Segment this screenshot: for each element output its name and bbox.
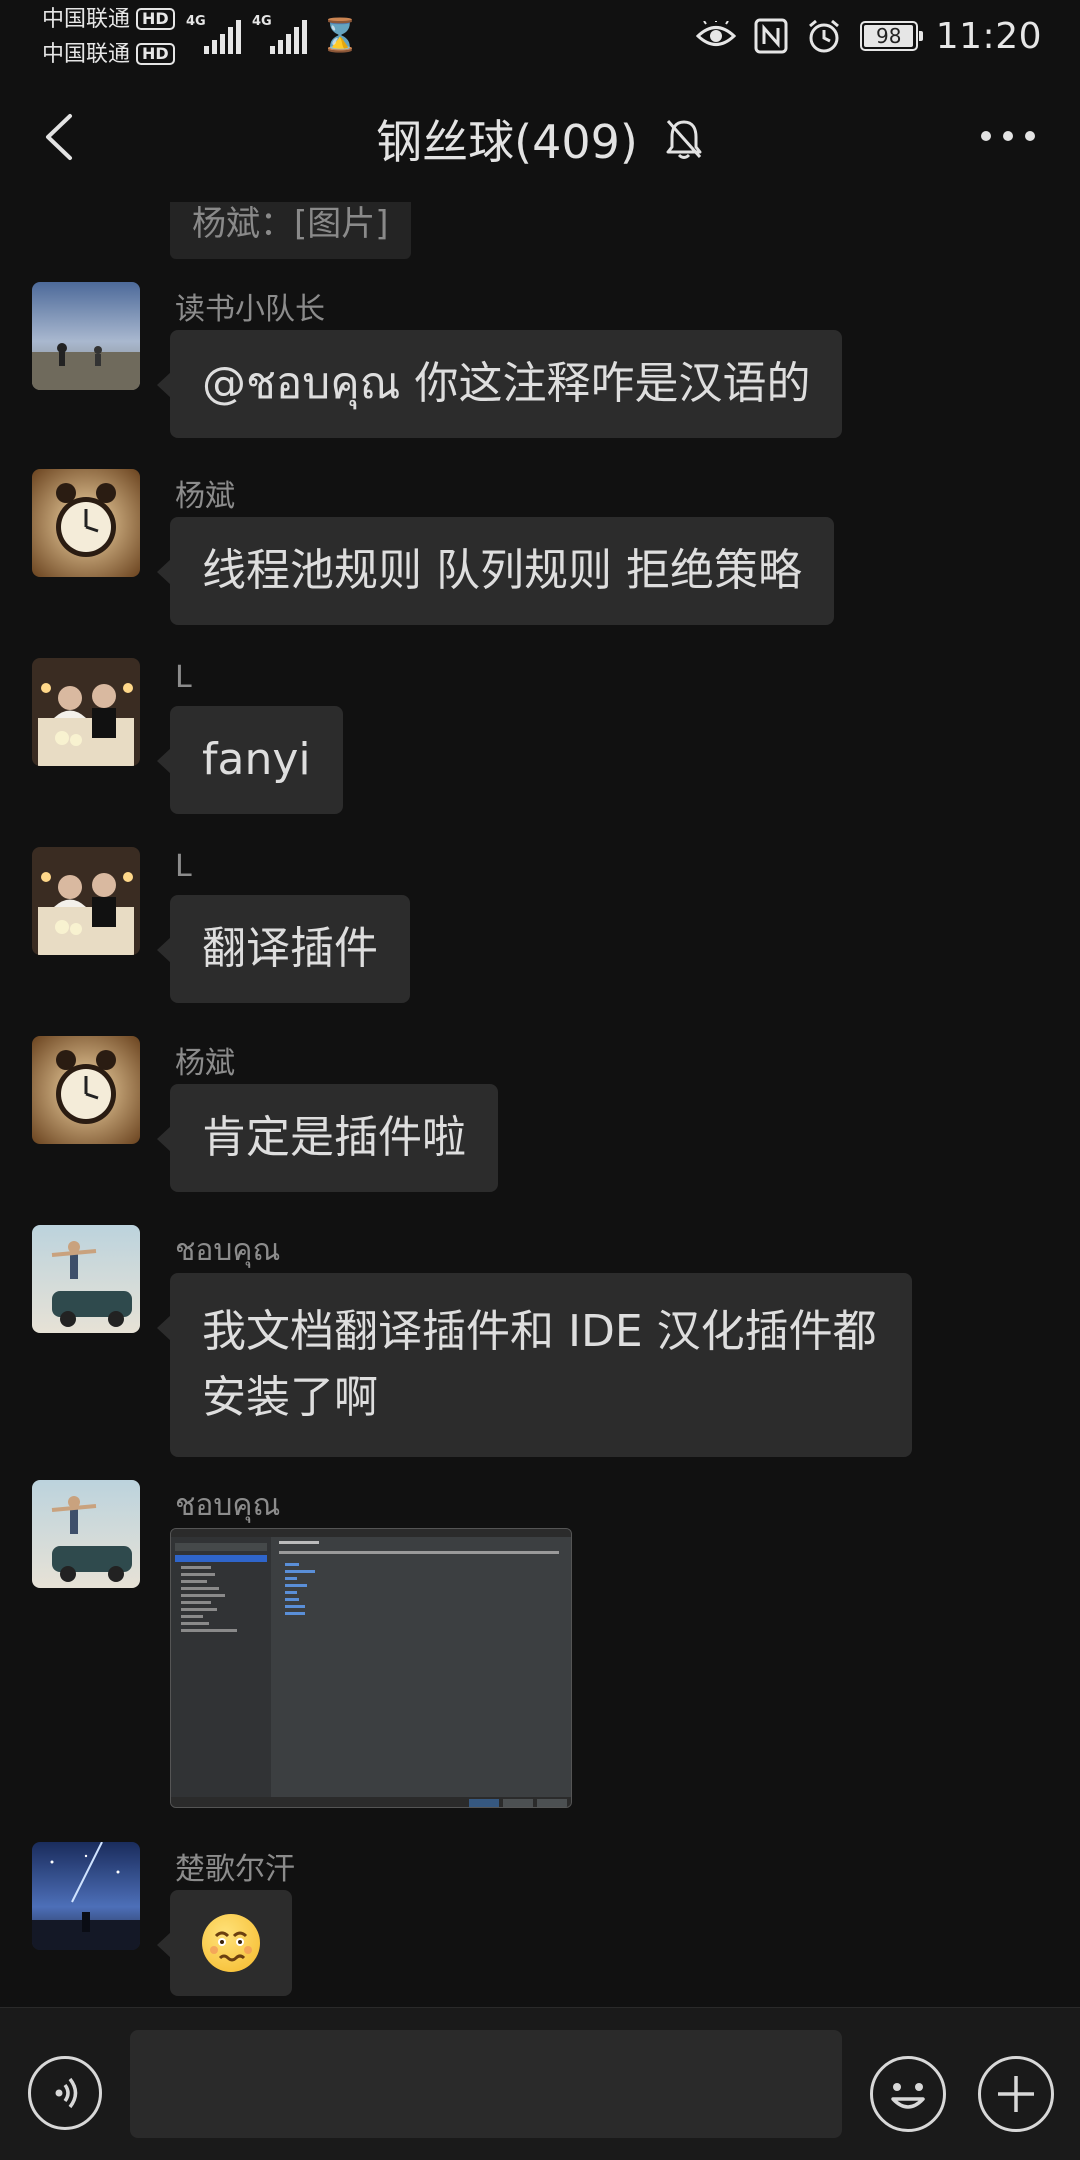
avatar[interactable] — [32, 469, 140, 577]
alarm-icon — [808, 19, 839, 53]
status-bar: 中国联通 HD 中国联通 HD 4G 4G ⌛ 98 11:20 — [0, 0, 1080, 72]
clock: 11:20 — [935, 15, 1042, 57]
avatar[interactable] — [32, 282, 140, 390]
message-bubble[interactable]: 线程池规则 队列规则 拒绝策略 — [157, 517, 834, 625]
chat-header: 钢丝球(409) — [0, 72, 1080, 202]
smile-icon[interactable] — [870, 2056, 946, 2132]
message-bubble[interactable]: 肯定是插件啦 — [157, 1084, 498, 1192]
avatar[interactable] — [32, 1225, 140, 1333]
signal-strength-icon-2: 4G — [252, 14, 308, 54]
eye-comfort-icon — [695, 21, 736, 46]
plus-icon[interactable] — [978, 2056, 1054, 2132]
sender-name: 读书小队长 — [175, 292, 325, 327]
chat-input-bar — [0, 2007, 1080, 2160]
avatar[interactable] — [32, 847, 140, 955]
message-bubble[interactable]: @ชอบคุณ 你这注释咋是汉语的 — [156, 330, 843, 438]
sender-name: 杨斌 — [175, 1046, 235, 1081]
sender-name: 楚歌尔汗 — [175, 1852, 295, 1887]
nfc-icon — [754, 18, 788, 54]
chat-title: 钢丝球(409) — [376, 115, 638, 169]
carrier-label-1: 中国联通 HD — [42, 7, 175, 33]
battery-level: 98 — [876, 24, 902, 48]
avatar[interactable] — [32, 1842, 140, 1950]
hourglass-icon: ⌛ — [320, 16, 360, 54]
message-bubble[interactable]: fanyi — [157, 706, 343, 814]
voice-icon[interactable] — [28, 2056, 102, 2130]
avatar[interactable] — [32, 1480, 140, 1588]
sender-name: ชอบคุณ — [175, 1488, 281, 1523]
image-message[interactable] — [170, 1528, 572, 1808]
sender-name: 杨斌 — [175, 479, 235, 514]
message-input[interactable] — [130, 2030, 842, 2138]
carrier-label-2: 中国联通 HD — [42, 42, 175, 68]
more-dots-icon[interactable] — [978, 124, 1038, 148]
message-bubble[interactable] — [157, 1890, 292, 1996]
hd-badge-1: HD — [136, 8, 175, 30]
signal-strength-icon-1: 4G — [186, 14, 242, 54]
message-bubble[interactable]: 翻译插件 — [157, 895, 410, 1003]
sender-name: L — [175, 660, 192, 695]
quoted-message[interactable]: 杨斌：[图片] — [170, 202, 411, 259]
avatar[interactable] — [32, 1036, 140, 1144]
avatar[interactable] — [32, 658, 140, 766]
message-bubble[interactable]: 我文档翻译插件和 IDE 汉化插件都安装了啊 — [157, 1273, 912, 1457]
sender-name: ชอบคุณ — [175, 1233, 281, 1268]
woozy-face-icon — [202, 1914, 260, 1972]
sender-name: L — [175, 849, 192, 884]
battery-icon: 98 — [859, 21, 923, 51]
message-list[interactable]: 杨斌：[图片] 读书小队长 @ชอบคุณ 你这注释咋是汉语的 杨斌 线程池规则… — [0, 202, 1080, 2007]
bell-off-icon — [666, 120, 702, 159]
hd-badge-2: HD — [136, 43, 175, 65]
